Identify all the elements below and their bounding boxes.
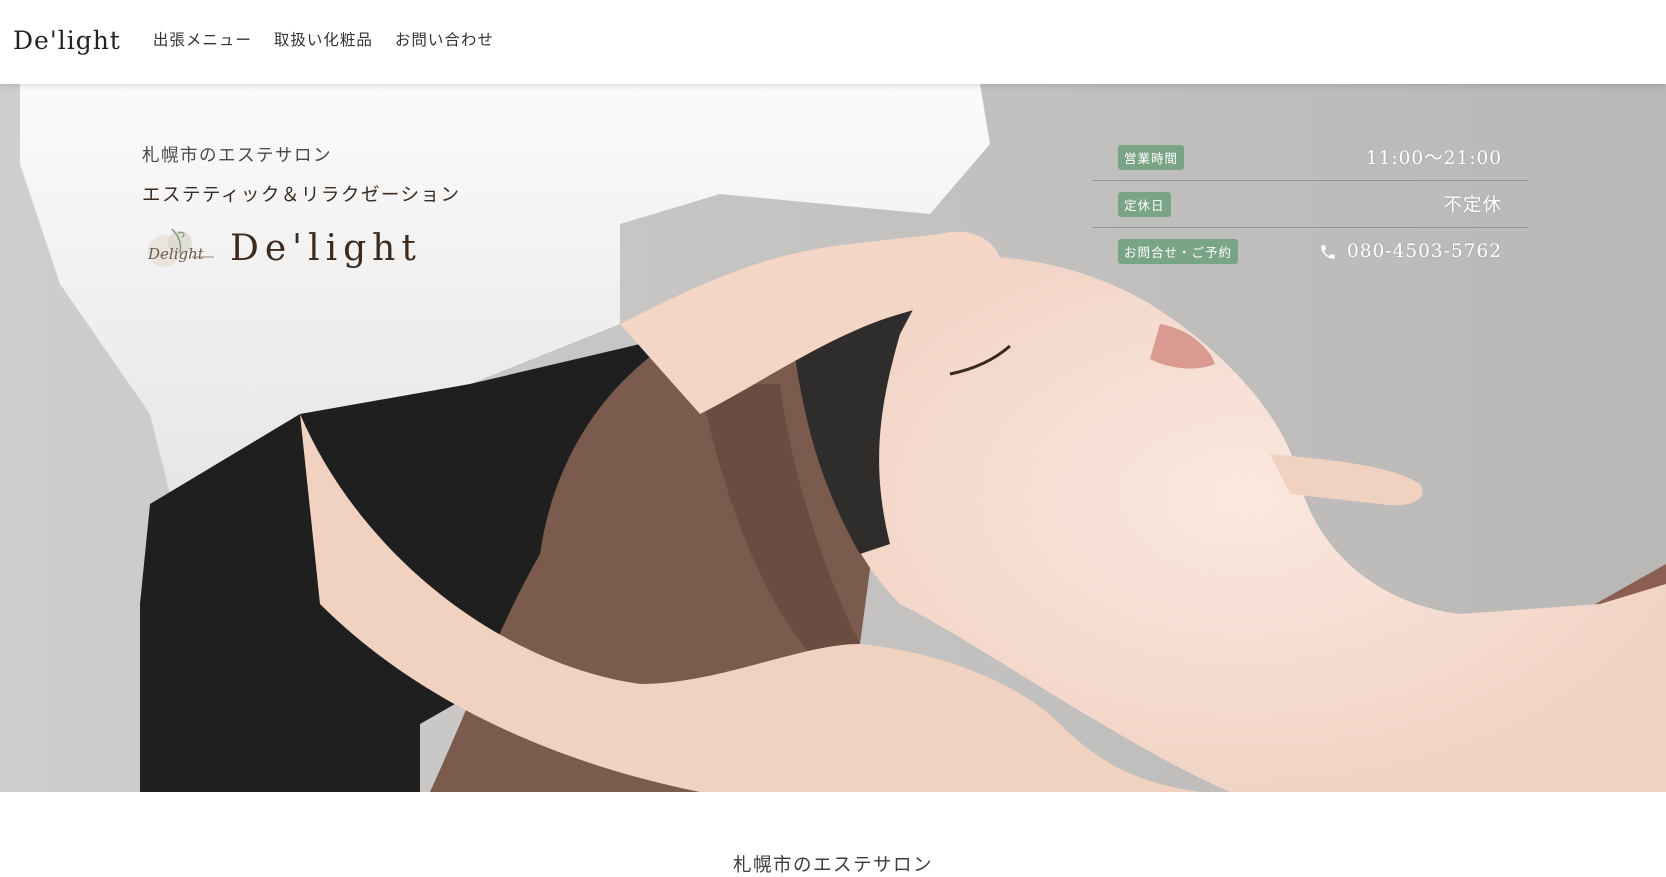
- site-header: De'light 出張メニュー 取扱い化粧品 お問い合わせ: [0, 0, 1666, 84]
- site-logo[interactable]: De'light: [13, 26, 121, 55]
- holiday-row: 定休日 不定休: [1092, 181, 1528, 228]
- nav-item-menu[interactable]: 出張メニュー: [153, 28, 252, 50]
- contact-phone-link[interactable]: 080-4503-5762: [1319, 241, 1502, 262]
- main-nav: 出張メニュー 取扱い化粧品 お問い合わせ: [153, 28, 494, 50]
- brand-logo-icon: Delight: [142, 221, 216, 275]
- holiday-value: 不定休: [1443, 195, 1502, 216]
- hours-badge: 営業時間: [1118, 144, 1185, 170]
- nav-item-contact[interactable]: お問い合わせ: [395, 28, 494, 50]
- contact-badge: お問合せ・ご予約: [1118, 239, 1239, 264]
- hero-copy: 札幌市のエステサロン エステティック＆リラクゼーション Delight De'l…: [142, 142, 461, 275]
- hero-subtitle-services: エステティック＆リラクゼーション: [142, 185, 461, 206]
- hero-section: 札幌市のエステサロン エステティック＆リラクゼーション Delight De'l…: [0, 84, 1666, 792]
- section-title: 札幌市のエステサロン: [732, 855, 933, 876]
- hero-subtitle-location: 札幌市のエステサロン: [142, 146, 332, 166]
- holiday-badge: 定休日: [1118, 191, 1171, 217]
- hero-brand-name: De'light: [230, 227, 422, 269]
- contact-row: お問合せ・ご予約 080-4503-5762: [1092, 228, 1528, 275]
- contact-phone-number: 080-4503-5762: [1347, 241, 1502, 262]
- info-panel: 営業時間 11:00〜21:00 定休日 不定休 お問合せ・ご予約 080-45…: [1092, 134, 1528, 275]
- phone-icon: [1321, 244, 1335, 259]
- hours-row: 営業時間 11:00〜21:00: [1092, 134, 1528, 181]
- brand-logo-text: Delight: [147, 245, 205, 263]
- hours-value: 11:00〜21:00: [1365, 148, 1502, 169]
- nav-item-cosmetics[interactable]: 取扱い化粧品: [274, 28, 373, 50]
- hero-brand: Delight De'light: [142, 221, 461, 275]
